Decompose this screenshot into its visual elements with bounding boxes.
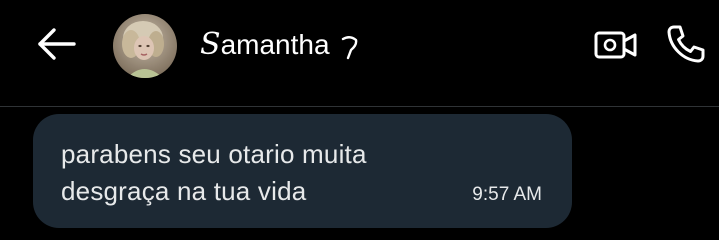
back-button[interactable] — [32, 22, 80, 66]
contact-name-text: amantha — [220, 29, 330, 60]
phone-icon — [667, 25, 705, 63]
message-text-line: desgraça na tua vida — [61, 176, 307, 206]
arrow-left-icon — [38, 28, 76, 60]
contact-name[interactable]: Samantha — [200, 24, 359, 66]
chat-header: Samantha — [0, 0, 719, 106]
message-bubble-incoming[interactable]: parabens seu otario muita desgraça na tu… — [33, 114, 572, 228]
voice-call-button[interactable] — [664, 22, 708, 66]
video-camera-icon — [594, 31, 637, 59]
header-divider — [0, 106, 719, 107]
chat-screen: Samantha parabens seu otario muita desgr… — [0, 0, 719, 240]
video-call-button[interactable] — [593, 26, 639, 64]
message-text-line: parabens seu otario muita — [61, 139, 367, 169]
message-timestamp: 9:57 AM — [472, 184, 542, 205]
profile-photo — [113, 14, 177, 78]
avatar[interactable] — [113, 14, 177, 78]
contact-name-initial: S — [200, 27, 221, 62]
heart-glyph — [341, 34, 359, 60]
